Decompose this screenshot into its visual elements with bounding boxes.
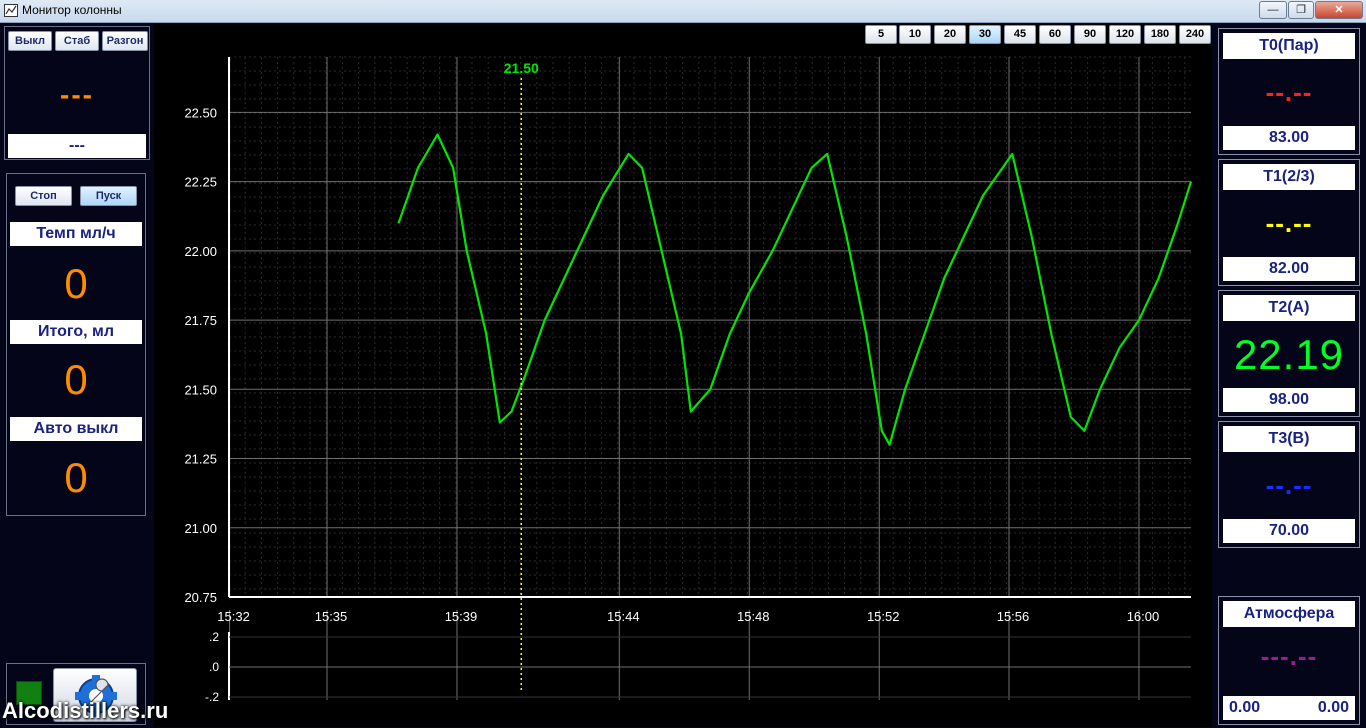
x-tick-label: 15:32 bbox=[217, 609, 250, 624]
atmosphere-value: ---.-- bbox=[1260, 641, 1318, 671]
lower-tick-label: .2 bbox=[209, 630, 219, 644]
x-tick-label: 15:56 bbox=[997, 609, 1030, 624]
sensor-value: --.-- bbox=[1265, 208, 1313, 238]
sensor-value: --.-- bbox=[1265, 470, 1313, 500]
y-tick-label: 21.25 bbox=[184, 452, 217, 467]
sensor-panel-3: T3(B) --.-- 70.00 bbox=[1218, 421, 1360, 548]
y-tick-label: 20.75 bbox=[184, 590, 217, 605]
x-tick-label: 16:00 bbox=[1127, 609, 1160, 624]
y-tick-label: 22.25 bbox=[184, 175, 217, 190]
lower-tick-label: .0 bbox=[209, 660, 219, 674]
x-tick-label: 15:44 bbox=[607, 609, 640, 624]
sensor-value: 22.19 bbox=[1233, 331, 1345, 378]
sensor-value: --.-- bbox=[1265, 77, 1313, 107]
series-line bbox=[397, 133, 1193, 446]
sensor-setpoint: 83.00 bbox=[1223, 126, 1355, 150]
sensor-panel-1: T1(2/3) --.-- 82.00 bbox=[1218, 159, 1360, 286]
y-tick-label: 22.50 bbox=[184, 105, 217, 120]
atmosphere-footer: 0.00 0.00 bbox=[1223, 696, 1355, 720]
sensor-name: T3(B) bbox=[1223, 426, 1355, 452]
y-tick-label: 21.75 bbox=[184, 313, 217, 328]
x-tick-label: 15:52 bbox=[867, 609, 900, 624]
atmosphere-left-value: 0.00 bbox=[1229, 699, 1261, 716]
x-tick-label: 15:48 bbox=[737, 609, 770, 624]
temperature-chart: 22.50 22.25 22.00 21.75 21.50 21.25 21.00 20.75… bbox=[184, 56, 1193, 704]
sensor-panel-2: T2(A) 22.19 98.00 bbox=[1218, 290, 1360, 417]
sensor-panel-0: T0(Пар) --.-- 83.00 bbox=[1218, 28, 1360, 155]
sensor-name: T2(A) bbox=[1223, 295, 1355, 321]
y-tick-label: 21.00 bbox=[184, 521, 217, 536]
atmosphere-panel: Атмосфера ---.-- 0.00 0.00 bbox=[1218, 596, 1360, 725]
sensor-setpoint: 98.00 bbox=[1223, 388, 1355, 412]
x-tick-label: 15:35 bbox=[315, 609, 348, 624]
atmosphere-label: Атмосфера bbox=[1223, 601, 1355, 627]
sensor-name: T0(Пар) bbox=[1223, 33, 1355, 59]
y-tick-label: 22.00 bbox=[184, 244, 217, 259]
cursor-label: 21.50 bbox=[504, 60, 539, 76]
y-tick-label: 21.50 bbox=[184, 382, 217, 397]
lower-tick-label: -.2 bbox=[205, 690, 219, 704]
sensor-setpoint: 82.00 bbox=[1223, 257, 1355, 281]
sensor-setpoint: 70.00 bbox=[1223, 519, 1355, 543]
sensor-name: T1(2/3) bbox=[1223, 164, 1355, 190]
watermark: Alcodistillers.ru bbox=[2, 698, 169, 723]
atmosphere-right-value: 0.00 bbox=[1317, 699, 1349, 716]
x-tick-label: 15:39 bbox=[445, 609, 478, 624]
